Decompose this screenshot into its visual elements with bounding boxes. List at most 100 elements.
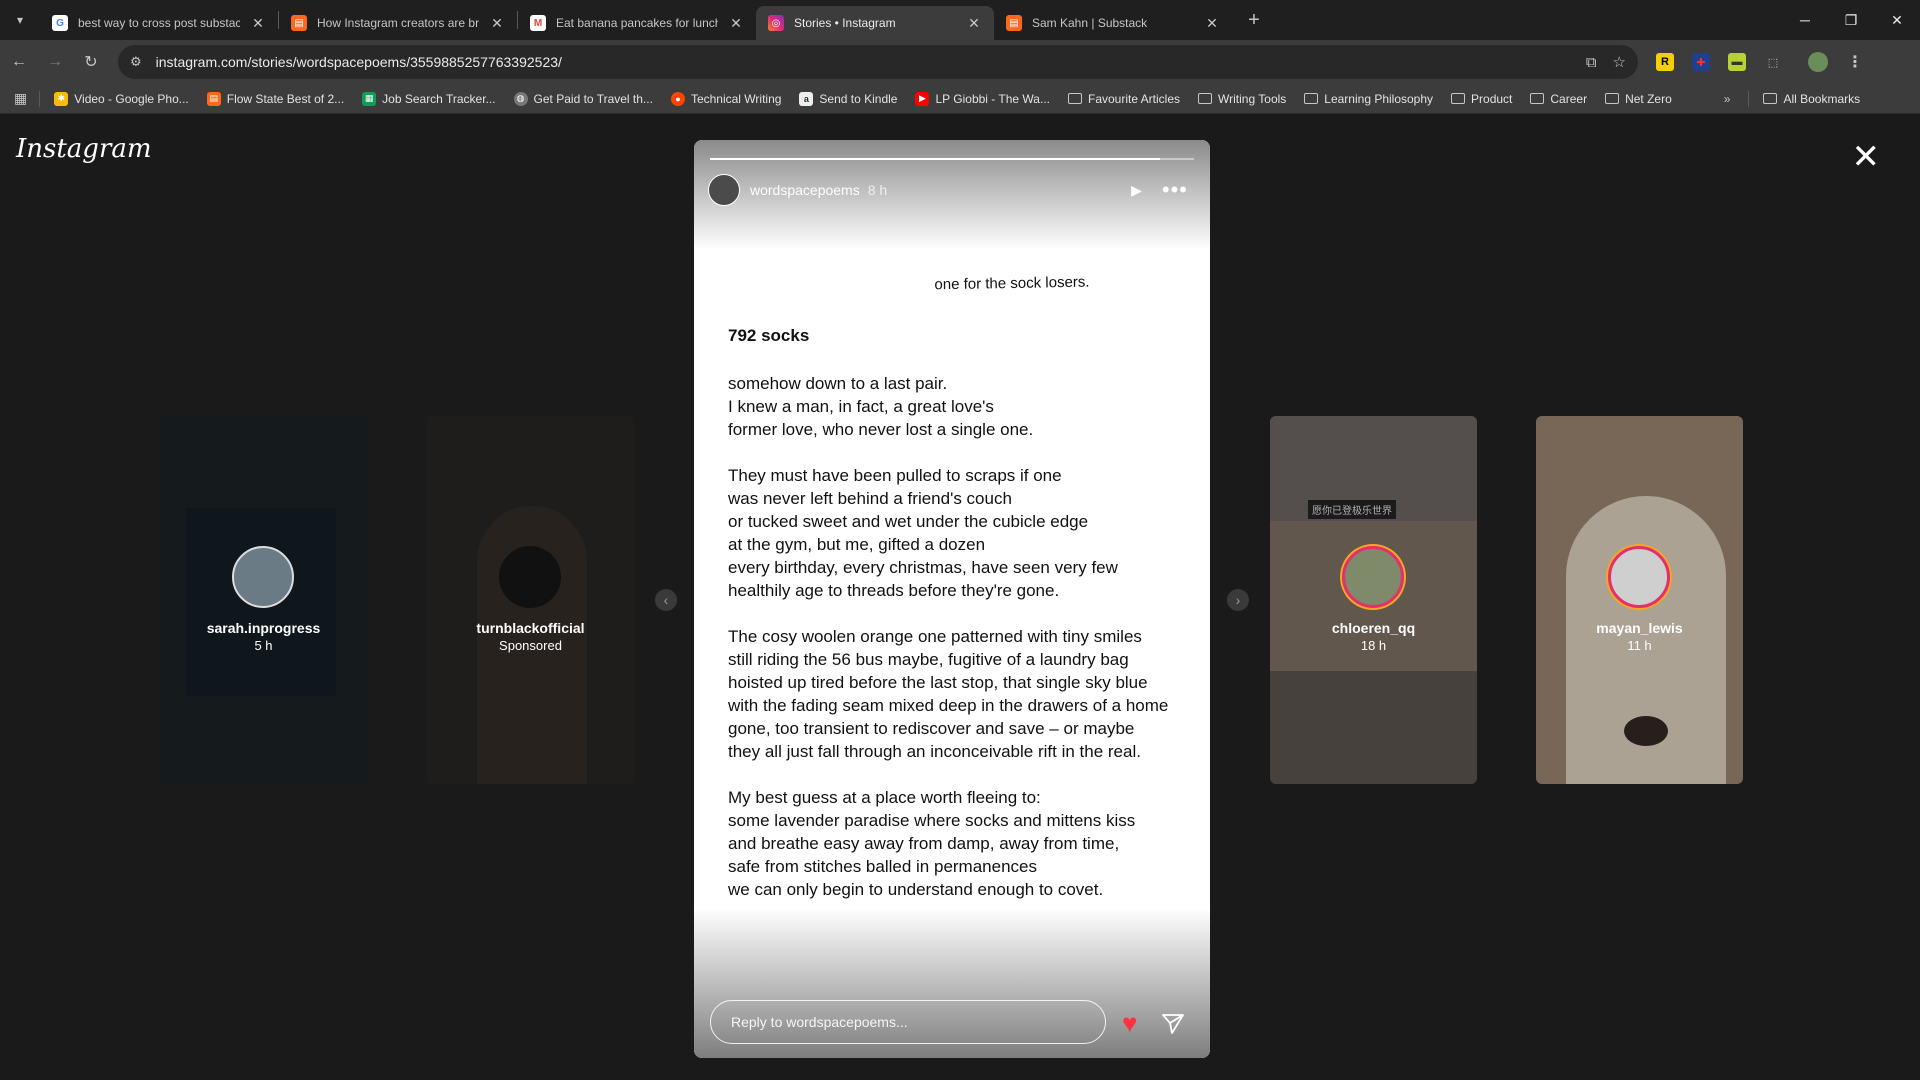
new-tab-button[interactable]: +	[1240, 9, 1268, 32]
minimize-button[interactable]: ─	[1782, 0, 1828, 40]
avatar	[499, 546, 561, 608]
tab-sam-kahn-substack[interactable]: ▤ Sam Kahn | Substack ✕	[994, 6, 1232, 40]
substack-icon: ▤	[1006, 15, 1022, 31]
bookmarks-bar: ▦ ✱ Video - Google Pho... ▤ Flow State Bes…	[0, 84, 1920, 114]
close-tab-icon[interactable]: ✕	[966, 15, 982, 32]
extensions-puzzle-icon[interactable]: ⬚	[1764, 53, 1782, 71]
folder-icon	[1067, 93, 1082, 104]
poem-line: every birthday, every christmas, have se…	[728, 558, 1118, 577]
more-bookmarks-icon[interactable]: »	[1724, 92, 1731, 106]
youtube-icon: ▶	[915, 91, 930, 106]
next-story-button[interactable]: ›	[1227, 589, 1249, 611]
extension-flag-icon[interactable]: ✚	[1692, 53, 1710, 71]
apps-grid-icon[interactable]: ▦	[14, 90, 27, 107]
story-time: 8 h	[867, 182, 888, 198]
story-progress-bar	[710, 158, 1194, 160]
google-icon: G	[52, 15, 68, 31]
story-preview-sarah[interactable]: sarah.inprogress 5 h	[160, 416, 367, 784]
bookmark-item[interactable]: ✱ Video - Google Pho...	[54, 91, 189, 106]
chevron-right-icon: ›	[1235, 592, 1241, 608]
bookmark-folder[interactable]: Net Zero	[1605, 92, 1672, 106]
bookmark-item[interactable]: ▦ Job Search Tracker...	[362, 91, 496, 106]
browser-menu-icon[interactable]: ⋮	[1846, 53, 1864, 71]
extension-green-icon[interactable]: ▬	[1728, 53, 1746, 71]
back-button[interactable]: ←	[2, 45, 36, 79]
poem-line: former love, who never lost a single one…	[728, 420, 1034, 439]
tab-google-search[interactable]: G best way to cross post substack ✕	[40, 6, 278, 40]
active-story[interactable]: wordspacepoems 8 h ▶ ••• one for the soc…	[694, 140, 1210, 1058]
tab-instagram-stories[interactable]: ◎ Stories • Instagram ✕	[756, 6, 994, 40]
folder-icon	[1605, 93, 1620, 104]
bookmark-item[interactable]: ● Technical Writing	[670, 91, 781, 106]
poem-line: The cosy woolen orange one patterned wit…	[728, 627, 1142, 646]
bookmark-item[interactable]: ◍ Get Paid to Travel th...	[513, 91, 653, 106]
bookmark-item[interactable]: ▶ LP Giobbi - The Wa...	[915, 91, 1050, 106]
play-icon[interactable]: ▶	[1131, 182, 1142, 199]
avatar[interactable]	[708, 174, 740, 206]
bookmark-folder[interactable]: Learning Philosophy	[1304, 92, 1433, 106]
previous-story-button[interactable]: ‹	[655, 589, 677, 611]
send-icon[interactable]	[1162, 1014, 1184, 1034]
browser-toolbar: ← → ↻ ⚙ instagram.com/stories/wordspacep…	[0, 40, 1920, 84]
bookmark-item[interactable]: a Send to Kindle	[799, 91, 897, 106]
poem-line: healthily age to threads before they're …	[728, 581, 1060, 600]
story-preview-chloeren[interactable]: 愿你已登极乐世界 chloeren_qq 18 h	[1270, 416, 1477, 784]
bookmark-folder[interactable]: Writing Tools	[1198, 92, 1286, 106]
bookmark-folder[interactable]: Career	[1530, 92, 1587, 106]
avatar	[1608, 546, 1670, 608]
address-bar[interactable]: ⚙ instagram.com/stories/wordspacepoems/3…	[118, 45, 1638, 79]
tab-instagram-creators[interactable]: ▤ How Instagram creators are bri ✕	[279, 6, 517, 40]
poem-line: at the gym, but me, gifted a dozen	[728, 535, 986, 554]
story-username: chloeren_qq	[1331, 620, 1416, 636]
forward-button[interactable]: →	[38, 45, 72, 79]
poem-stanza: They must have been pulled to scraps if …	[728, 464, 1188, 602]
poem-line: we can only begin to understand enough t…	[728, 880, 1104, 899]
chevron-down-icon: ▾	[16, 13, 24, 27]
poem-line: was never left behind a friend's couch	[728, 489, 1012, 508]
close-tab-icon[interactable]: ✕	[1204, 15, 1220, 32]
folder-icon	[1451, 93, 1466, 104]
story-viewer: Instagram ✕ sarah.inprogress 5 h turnbla…	[0, 114, 1920, 1080]
like-heart-icon[interactable]: ♥	[1122, 1010, 1137, 1036]
folder-icon	[1304, 93, 1319, 104]
close-tab-icon[interactable]: ✕	[250, 15, 266, 32]
sponsored-label: Sponsored	[499, 638, 562, 653]
poem-line: some lavender paradise where socks and m…	[728, 811, 1136, 830]
reply-input[interactable]	[710, 1000, 1106, 1044]
poem-stanza: The cosy woolen orange one patterned wit…	[728, 625, 1188, 763]
url-text[interactable]: instagram.com/stories/wordspacepoems/355…	[156, 54, 1570, 70]
tab-search-button[interactable]: ▾	[6, 6, 34, 34]
close-tab-icon[interactable]: ✕	[728, 15, 744, 32]
plus-icon: +	[1248, 8, 1260, 31]
bookmark-folder[interactable]: Favourite Articles	[1067, 92, 1180, 106]
instagram-logo[interactable]: Instagram	[16, 134, 152, 164]
folder-icon	[1763, 93, 1778, 104]
restore-button[interactable]: ❐	[1828, 0, 1874, 40]
bookmark-item[interactable]: ▤ Flow State Best of 2...	[206, 91, 344, 106]
story-preview-mayan[interactable]: mayan_lewis 11 h	[1536, 416, 1743, 784]
close-window-button[interactable]: ✕	[1874, 0, 1920, 40]
tab-gmail[interactable]: M Eat banana pancakes for lunch ✕	[518, 6, 756, 40]
reddit-icon: ●	[670, 91, 685, 106]
poem-line: hoisted up tired before the last stop, t…	[728, 673, 1148, 692]
extension-r-icon[interactable]: R	[1656, 53, 1674, 71]
profile-avatar[interactable]	[1808, 52, 1828, 72]
bookmark-folder[interactable]: Product	[1451, 92, 1512, 106]
close-story-button[interactable]: ✕	[1852, 140, 1881, 174]
site-info-icon[interactable]: ⚙	[130, 54, 142, 70]
bookmarks-divider	[1748, 90, 1750, 107]
sheets-icon: ▦	[362, 91, 377, 106]
poem-line: somehow down to a last pair.	[728, 374, 948, 393]
close-tab-icon[interactable]: ✕	[489, 15, 505, 32]
gmail-icon: M	[530, 15, 546, 31]
all-bookmarks-folder[interactable]: All Bookmarks	[1763, 92, 1860, 106]
story-username: mayan_lewis	[1596, 620, 1683, 636]
poem-line: gone, too transient to rediscover and sa…	[728, 719, 1135, 738]
story-preview-turnblack[interactable]: turnblackofficial Sponsored	[427, 416, 634, 784]
more-options-icon[interactable]: •••	[1162, 179, 1188, 201]
install-app-icon[interactable]: ⧉	[1586, 54, 1597, 71]
story-username[interactable]: wordspacepoems	[750, 182, 860, 198]
story-time: 5 h	[254, 638, 273, 653]
reload-button[interactable]: ↻	[74, 45, 108, 79]
bookmark-star-icon[interactable]: ☆	[1613, 53, 1626, 71]
